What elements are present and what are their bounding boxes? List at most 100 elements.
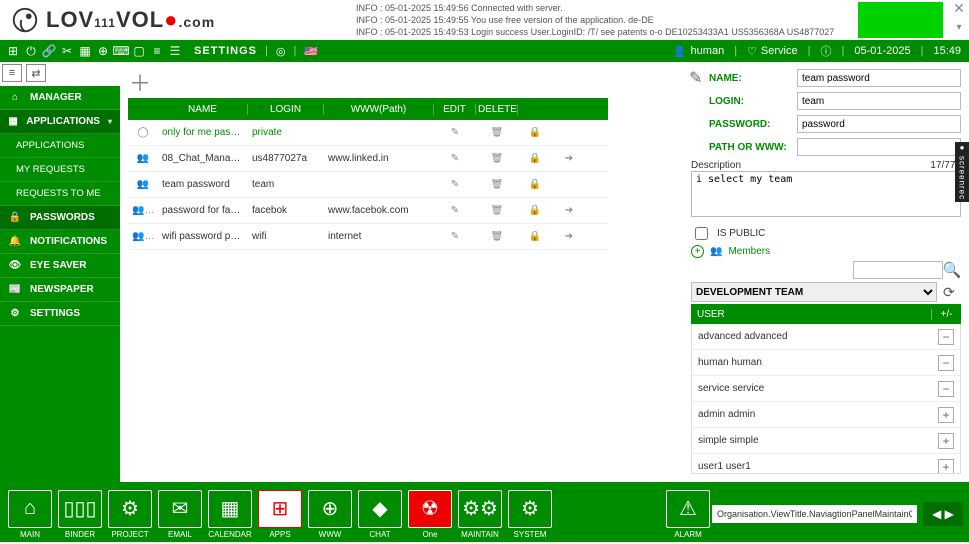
tb-www-icon[interactable]: ⊕ bbox=[94, 42, 112, 60]
input-name[interactable] bbox=[797, 69, 961, 87]
table-row[interactable]: 👥08_Chat_Managementus4877027awww.linked.… bbox=[128, 146, 608, 172]
add-member-icon[interactable]: + bbox=[691, 245, 704, 258]
row-edit-icon[interactable]: ✎ bbox=[434, 179, 476, 190]
user-toggle-button[interactable]: − bbox=[938, 381, 954, 397]
col-login[interactable]: LOGIN bbox=[248, 104, 324, 115]
sidebar-item[interactable]: 🔒PASSWORDS bbox=[0, 206, 120, 230]
user-badge[interactable]: 👤 human bbox=[673, 45, 724, 58]
sidebar-toggle-menu[interactable]: ≡ bbox=[2, 64, 22, 82]
bottom-alarm[interactable]: ⚠ ALARM bbox=[664, 490, 712, 539]
tb-power-icon[interactable]: ⏻ bbox=[22, 42, 40, 60]
user-toggle-button[interactable]: − bbox=[938, 355, 954, 371]
row-delete-icon[interactable]: 🗑 bbox=[476, 231, 518, 242]
row-delete-icon[interactable]: 🗑 bbox=[476, 153, 518, 164]
refresh-icon[interactable]: ⟳ bbox=[943, 284, 961, 301]
service-badge[interactable]: ♡ Service bbox=[747, 45, 798, 58]
row-edit-icon[interactable]: ✎ bbox=[434, 205, 476, 216]
sidebar-item[interactable]: 📰NEWSPAPER bbox=[0, 278, 120, 302]
tb-doc-icon[interactable]: ≡ bbox=[148, 42, 166, 60]
sidebar-sub-item[interactable]: REQUESTS TO ME bbox=[0, 182, 120, 206]
table-row[interactable]: 👥 👁wifi password publicwifiinternet✎🗑🔒➔ bbox=[128, 224, 608, 250]
bottom-item-system[interactable]: ⚙SYSTEM bbox=[506, 490, 554, 539]
row-delete-icon[interactable]: 🗑 bbox=[476, 127, 518, 138]
bottom-item-one[interactable]: ☢One bbox=[406, 490, 454, 539]
row-edit-icon[interactable]: ✎ bbox=[434, 127, 476, 138]
members-search-input[interactable] bbox=[853, 261, 943, 279]
row-delete-icon[interactable]: 🗑 bbox=[476, 205, 518, 216]
bottom-item-maintain[interactable]: ⚙⚙MAINTAIN bbox=[456, 490, 504, 539]
tb-flag-icon[interactable]: 🇺🇸 bbox=[304, 45, 318, 58]
input-path[interactable] bbox=[797, 138, 961, 156]
row-open-icon[interactable]: ➔ bbox=[552, 231, 586, 242]
user-toggle-button[interactable]: − bbox=[938, 329, 954, 345]
bottom-item-icon: ▦ bbox=[208, 490, 252, 528]
sidebar-item[interactable]: 🔔NOTIFICATIONS bbox=[0, 230, 120, 254]
bottom-item-calendar[interactable]: ▦CALENDAR bbox=[206, 490, 254, 539]
bottom-item-apps[interactable]: ⊞APPS bbox=[256, 490, 304, 539]
sidebar-sub-item[interactable]: APPLICATIONS bbox=[0, 134, 120, 158]
tb-monitor-icon[interactable]: ▢ bbox=[130, 42, 148, 60]
group-icon: 👥 bbox=[710, 246, 722, 257]
user-toggle-button[interactable]: + bbox=[938, 459, 954, 475]
status-input[interactable] bbox=[712, 505, 917, 523]
nav-arrows[interactable]: ◀ ▶ bbox=[923, 502, 963, 526]
input-description[interactable]: i select my team bbox=[691, 171, 961, 217]
sidebar-item[interactable]: ⚙SETTINGS bbox=[0, 302, 120, 326]
chevron-down-icon: ▾ bbox=[108, 117, 112, 126]
bottom-item-chat[interactable]: ◆CHAT bbox=[356, 490, 404, 539]
bottom-item-binder[interactable]: ▯▯▯BINDER bbox=[56, 490, 104, 539]
col-delete[interactable]: DELETE bbox=[476, 104, 518, 115]
row-lock-icon[interactable]: 🔒 bbox=[518, 153, 552, 164]
row-lock-icon[interactable]: 🔒 bbox=[518, 231, 552, 242]
members-search-icon[interactable]: 🔍 bbox=[943, 261, 961, 279]
team-select[interactable]: DEVELOPMENT TEAM bbox=[691, 282, 937, 302]
col-name[interactable]: NAME bbox=[158, 104, 248, 115]
info-icon[interactable]: ⓘ bbox=[820, 43, 831, 59]
sidebar-toggle-swap[interactable]: ⇄ bbox=[26, 64, 46, 82]
bottom-bar: ⌂MAIN▯▯▯BINDER⚙PROJECT✉EMAIL▦CALENDAR⊞AP… bbox=[0, 482, 969, 542]
user-toggle-button[interactable]: + bbox=[938, 433, 954, 449]
col-www[interactable]: WWW(Path) bbox=[324, 104, 434, 115]
row-lock-icon[interactable]: 🔒 bbox=[518, 179, 552, 190]
tb-target-icon[interactable]: ◎ bbox=[276, 45, 286, 58]
user-toggle-button[interactable]: + bbox=[938, 407, 954, 423]
row-lock-icon[interactable]: 🔒 bbox=[518, 205, 552, 216]
row-edit-icon[interactable]: ✎ bbox=[434, 231, 476, 242]
row-lock-icon[interactable]: 🔒 bbox=[518, 127, 552, 138]
tb-calendar-icon[interactable]: ▦ bbox=[76, 42, 94, 60]
add-button[interactable]: ＋ bbox=[128, 70, 152, 94]
table-row[interactable]: 👥 👁password for facebookfacebokwww.faceb… bbox=[128, 198, 608, 224]
sidebar-item-label: PASSWORDS bbox=[30, 212, 95, 223]
sidebar-item[interactable]: 👁EYE SAVER bbox=[0, 254, 120, 278]
close-icon[interactable]: ✕▾ bbox=[949, 0, 969, 40]
sidebar-item[interactable]: ▦APPLICATIONS▾ bbox=[0, 110, 120, 134]
input-password[interactable] bbox=[797, 115, 961, 133]
col-edit[interactable]: EDIT bbox=[434, 104, 476, 115]
bottom-item-project[interactable]: ⚙PROJECT bbox=[106, 490, 154, 539]
sidebar-sub-item[interactable]: MY REQUESTS bbox=[0, 158, 120, 182]
row-open-icon[interactable]: ➔ bbox=[552, 153, 586, 164]
edit-panel-icon[interactable]: ✎ bbox=[689, 68, 702, 88]
tb-list-icon[interactable]: ☰ bbox=[166, 42, 184, 60]
checkbox-public[interactable] bbox=[695, 227, 708, 240]
table-row[interactable]: ◯only for me passwordprivate✎🗑🔒 bbox=[128, 120, 608, 146]
row-delete-icon[interactable]: 🗑 bbox=[476, 179, 518, 190]
row-name: wifi password public bbox=[158, 231, 248, 242]
sidebar-item[interactable]: ⌂MANAGER bbox=[0, 86, 120, 110]
tb-grid-icon[interactable]: ⊞ bbox=[4, 42, 22, 60]
user-list[interactable]: advanced advanced−human human−service se… bbox=[691, 324, 961, 474]
bottom-item-email[interactable]: ✉EMAIL bbox=[156, 490, 204, 539]
screenrec-tab[interactable]: ●screenrec bbox=[955, 142, 969, 202]
passwords-table: NAME LOGIN WWW(Path) EDIT DELETE ◯only f… bbox=[128, 98, 608, 250]
input-login[interactable] bbox=[797, 92, 961, 110]
bottom-item-www[interactable]: ⊕WWW bbox=[306, 490, 354, 539]
tb-link-icon[interactable]: 🔗 bbox=[40, 42, 58, 60]
row-open-icon[interactable]: ➔ bbox=[552, 205, 586, 216]
row-name: only for me password bbox=[158, 127, 248, 138]
tb-cut-icon[interactable]: ✂ bbox=[58, 42, 76, 60]
bottom-item-main[interactable]: ⌂MAIN bbox=[6, 490, 54, 539]
tb-chat-icon[interactable]: ⌨ bbox=[112, 42, 130, 60]
settings-label[interactable]: SETTINGS bbox=[194, 45, 257, 57]
row-edit-icon[interactable]: ✎ bbox=[434, 153, 476, 164]
table-row[interactable]: 👥team passwordteam✎🗑🔒 bbox=[128, 172, 608, 198]
